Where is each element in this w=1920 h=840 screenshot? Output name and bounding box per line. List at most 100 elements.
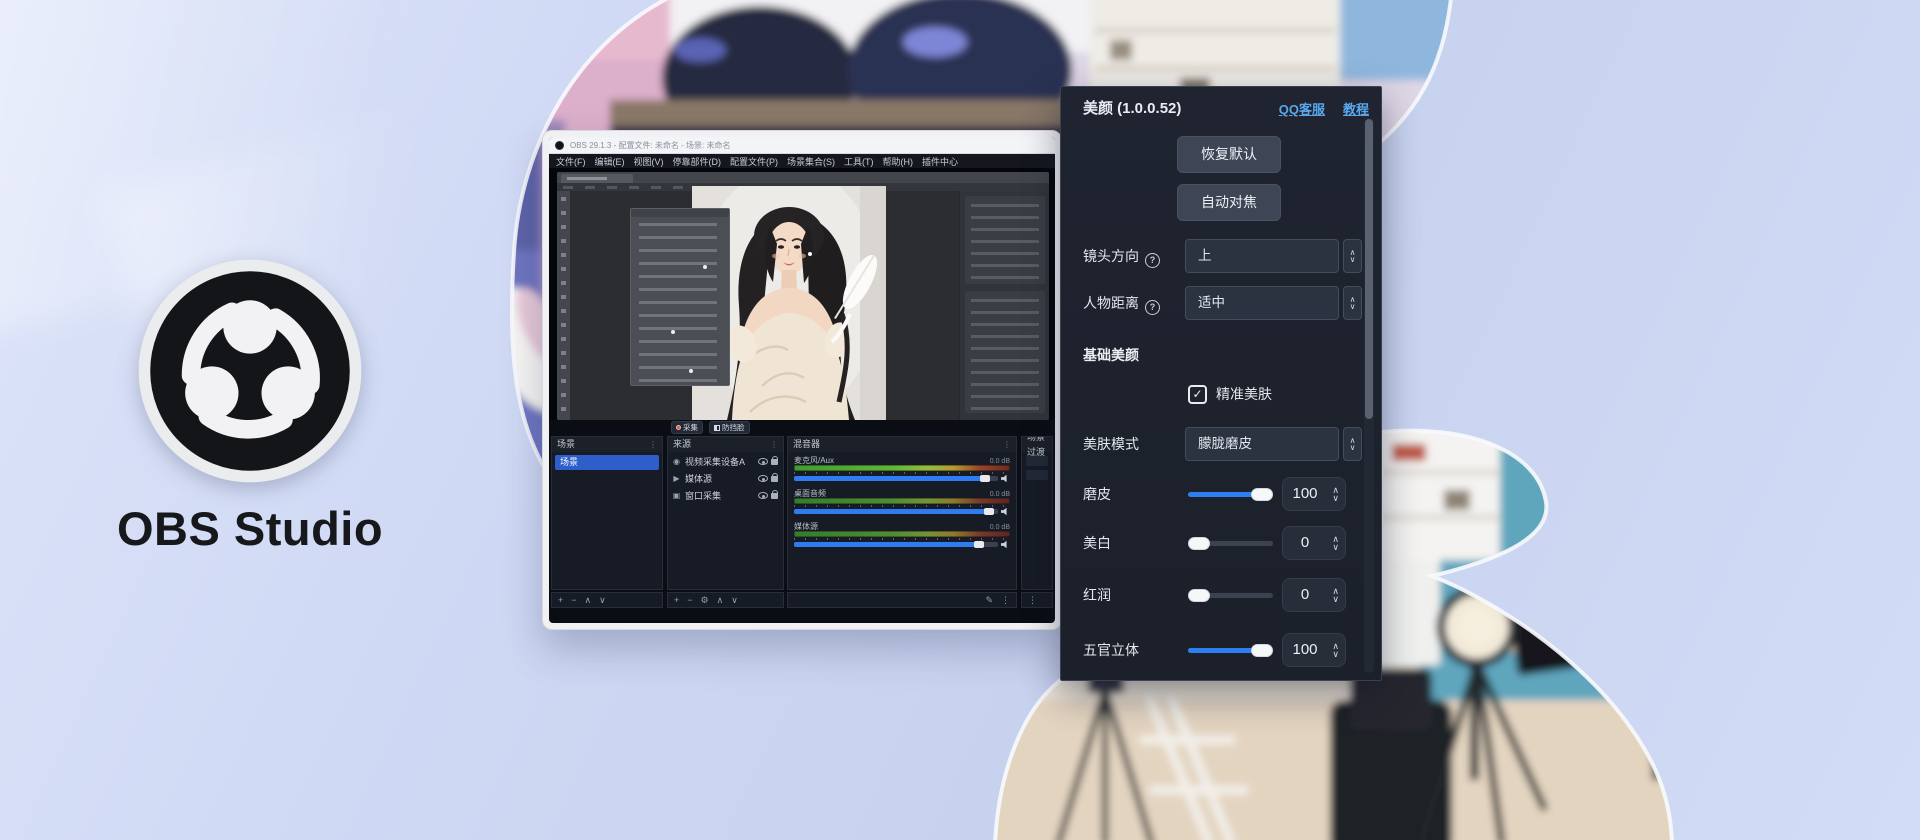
lock-icon[interactable]: [771, 459, 778, 465]
ps-toggle-dot: [671, 330, 675, 334]
source-properties-button[interactable]: ⚙: [701, 595, 709, 606]
menu-item-docks[interactable]: 停靠部件(D): [673, 155, 722, 168]
visibility-eye-icon[interactable]: [758, 475, 768, 482]
menu-item-tools[interactable]: 工具(T): [844, 155, 874, 168]
camera-direction-row: 镜头方向? 上 ∧ ∨: [1061, 239, 1363, 273]
slider-handle[interactable]: [1251, 488, 1273, 501]
lock-icon[interactable]: [771, 476, 778, 482]
volume-slider[interactable]: [794, 476, 998, 481]
source-row[interactable]: ▣ 窗口采集: [671, 488, 780, 503]
scene-item-selected[interactable]: 场景: [555, 455, 659, 470]
smoothing-spinbox[interactable]: 100 ∧∨: [1282, 477, 1346, 511]
speaker-icon[interactable]: [1001, 540, 1010, 549]
move-source-up-button[interactable]: ∧: [717, 595, 724, 606]
smoothing-slider[interactable]: [1188, 492, 1273, 497]
source-label: 窗口采集: [685, 489, 755, 502]
help-icon[interactable]: ?: [1145, 253, 1160, 268]
qq-support-link[interactable]: QQ客服: [1279, 99, 1325, 118]
camera-direction-spinner[interactable]: ∧ ∨: [1343, 239, 1362, 273]
remove-scene-button[interactable]: −: [571, 595, 576, 605]
auto-focus-button[interactable]: 自动对焦: [1177, 184, 1281, 221]
add-source-button[interactable]: +: [674, 595, 679, 605]
move-scene-down-button[interactable]: ∨: [599, 595, 606, 606]
volume-slider[interactable]: [794, 542, 998, 547]
move-source-down-button[interactable]: ∨: [731, 595, 738, 606]
obs-window-title: OBS 29.1.3 - 配置文件: 未命名 - 场景: 未命名: [570, 137, 730, 154]
menu-item-plugin-center[interactable]: 插件中心: [922, 155, 958, 168]
menu-item-edit[interactable]: 编辑(E): [595, 155, 625, 168]
visibility-eye-icon[interactable]: [758, 458, 768, 465]
mixer-edit-button[interactable]: ✎: [985, 595, 993, 606]
face-3d-slider[interactable]: [1188, 648, 1273, 653]
basic-beauty-section-title: 基础美颜: [1083, 345, 1139, 365]
mixer-toolbar: ✎ ⋮: [787, 592, 1017, 608]
audio-meter: [794, 531, 1010, 537]
mixer-more-button[interactable]: ⋮: [1001, 595, 1010, 606]
camera-direction-select[interactable]: 上: [1185, 239, 1339, 273]
slider-handle[interactable]: [1188, 589, 1210, 602]
captured-photoshop-window: [557, 172, 1049, 420]
step-down-icon[interactable]: ∨: [1332, 543, 1339, 551]
caret-down-icon: ∨: [1350, 303, 1356, 310]
whitening-spinbox[interactable]: 0 ∧∨: [1282, 526, 1346, 560]
transition-buttons[interactable]: [1026, 470, 1048, 480]
rosy-slider[interactable]: [1188, 593, 1273, 598]
menu-item-view[interactable]: 视图(V): [634, 155, 664, 168]
rosy-value: 0: [1283, 579, 1327, 611]
smoothing-slider-row: 磨皮 100 ∧∨: [1061, 477, 1363, 511]
add-scene-button[interactable]: +: [558, 595, 563, 605]
dock-menu-icon[interactable]: ⋮: [649, 437, 657, 452]
dock-menu-icon[interactable]: ⋮: [1003, 437, 1011, 452]
source-row[interactable]: ◉ 视频采集设备A: [671, 454, 780, 469]
help-icon[interactable]: ?: [1145, 300, 1160, 315]
speaker-icon[interactable]: [1001, 507, 1010, 516]
transitions-dock-title: 场景过渡: [1027, 436, 1047, 460]
mixer-db-value: 0.0 dB: [990, 491, 1010, 498]
dock-menu-icon[interactable]: ⋮: [770, 437, 778, 452]
skin-mode-select[interactable]: 朦胧磨皮: [1185, 427, 1339, 461]
lock-icon[interactable]: [771, 493, 778, 499]
scrollbar-thumb[interactable]: [1365, 119, 1373, 419]
tutorial-link[interactable]: 教程: [1343, 99, 1369, 118]
preview-chip-face-guard[interactable]: 防挡脸: [709, 421, 750, 434]
speaker-icon[interactable]: [1001, 474, 1010, 483]
source-label: 视频采集设备A: [685, 455, 755, 468]
face-3d-spinbox[interactable]: 100 ∧∨: [1282, 633, 1346, 667]
step-down-icon[interactable]: ∨: [1332, 494, 1339, 502]
face-3d-slider-row: 五官立体 100 ∧∨: [1061, 633, 1363, 667]
ps-toggle-dot: [689, 369, 693, 373]
camera-source-icon: ◉: [671, 457, 682, 466]
ps-panel-block: [965, 291, 1045, 413]
person-distance-spinner[interactable]: ∧ ∨: [1343, 286, 1362, 320]
ps-toggle-dot: [703, 265, 707, 269]
step-down-icon[interactable]: ∨: [1332, 595, 1339, 603]
visibility-eye-icon[interactable]: [758, 492, 768, 499]
person-distance-select[interactable]: 适中: [1185, 286, 1339, 320]
rosy-spinbox[interactable]: 0 ∧∨: [1282, 578, 1346, 612]
audio-meter: [794, 498, 1010, 504]
menu-item-profile[interactable]: 配置文件(P): [730, 155, 778, 168]
remove-source-button[interactable]: −: [687, 595, 692, 605]
menu-item-help[interactable]: 帮助(H): [883, 155, 914, 168]
slider-handle[interactable]: [1251, 644, 1273, 657]
page-canvas: OBS Studio OBS 29.1.3 - 配置文件: 未命名 - 场景: …: [0, 0, 1920, 840]
volume-slider[interactable]: [794, 509, 998, 514]
move-scene-up-button[interactable]: ∧: [585, 595, 592, 606]
media-source-icon: ▶: [671, 474, 682, 483]
source-row[interactable]: ▶ 媒体源: [671, 471, 780, 486]
preview-chip-capture[interactable]: 采集: [671, 421, 703, 434]
panel-scrollbar[interactable]: [1364, 117, 1374, 673]
person-distance-label: 人物距离?: [1083, 286, 1160, 320]
slider-handle[interactable]: [1188, 537, 1210, 550]
face-3d-value: 100: [1283, 634, 1327, 666]
step-down-icon[interactable]: ∨: [1332, 650, 1339, 658]
skin-mode-spinner[interactable]: ∧ ∨: [1343, 427, 1362, 461]
menu-item-scene-collection[interactable]: 场景集合(S): [787, 155, 835, 168]
precise-skin-checkbox[interactable]: ✓: [1188, 385, 1207, 404]
restore-default-button[interactable]: 恢复默认: [1177, 136, 1281, 173]
transitions-more-button[interactable]: ⋮: [1028, 595, 1037, 606]
menu-item-file[interactable]: 文件(F): [556, 155, 586, 168]
obs-logo-icon: [134, 255, 366, 487]
whitening-slider[interactable]: [1188, 541, 1273, 546]
ps-floating-panel: [630, 208, 730, 386]
